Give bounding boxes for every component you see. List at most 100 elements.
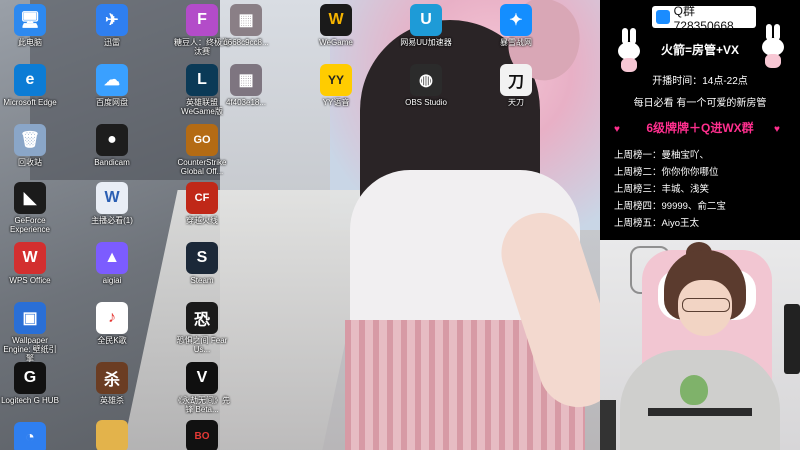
desktop-icon-label: 穿越火线	[186, 216, 218, 225]
fall-guys-icon: F	[186, 4, 218, 36]
desktop-icon-label: 恐惧之间 Fear Us...	[176, 336, 228, 354]
desktop-icon-label: Logitech G HUB	[1, 396, 59, 405]
desktop-icon-label: aigiai	[102, 276, 122, 285]
desktop-icon-geforce[interactable]: ◣ GeForce Experience	[0, 182, 60, 234]
lol-icon: L	[186, 64, 218, 96]
desktop-icon-uu[interactable]: U 网易UU加速器	[396, 4, 456, 47]
desktop-icon-tiandao[interactable]: 刀 天刀	[486, 64, 546, 107]
desktop-icon-photo-1[interactable]: ▦ d668c9cc8...	[216, 4, 276, 47]
desktop-icon-this-pc[interactable]: 🖥 此电脑	[0, 4, 60, 47]
desktop-icon-fear-us[interactable]: 恐 恐惧之间 Fear Us...	[172, 302, 232, 354]
kge-icon: ♪	[96, 302, 128, 334]
desktop-icon-thunder[interactable]: ✈ 迅雷	[82, 4, 142, 47]
ranking-3: 上周榜三：丰城、浅笑	[614, 184, 710, 195]
aigiai-icon: ▲	[96, 242, 128, 274]
desktop-icon-wallpaper-engine[interactable]: ▣ Wallpaper Engine: 壁纸引擎	[0, 302, 60, 363]
desktop-icon-edge[interactable]: e Microsoft Edge	[0, 64, 60, 107]
stream-info-overlay: Q群 728350668 火箭=房管+VX 开播时间：14点-22点 每日必看 …	[600, 0, 800, 240]
webcam-glasses	[682, 298, 730, 312]
broadcast-time: 开播时间：14点-22点	[652, 76, 748, 87]
daily-notice: 每日必看 有一个可爱的新房管	[633, 98, 767, 109]
logitech-icon: G	[14, 362, 46, 394]
qq-group-badge: Q群 728350668	[652, 4, 756, 33]
game-icon	[96, 420, 128, 450]
yy-icon: YY	[320, 64, 352, 96]
wegame-icon: W	[320, 4, 352, 36]
desktop-icon-label: 英雄杀	[100, 396, 124, 405]
naraka-icon: V	[186, 362, 218, 394]
desktop-icon-bandicam[interactable]: ● Bandicam	[82, 124, 142, 167]
wallpaper-engine-icon: ▣	[14, 302, 46, 334]
desktop-icon-label: 4f403e18...	[225, 98, 267, 107]
qq-icon	[656, 10, 670, 24]
desktop-icon-aigiai[interactable]: ▲ aigiai	[82, 242, 142, 285]
desktop-icon-photo-2[interactable]: ▦ 4f403e18...	[216, 64, 276, 107]
desktop-icon-partial-1[interactable]: ◔	[0, 422, 60, 450]
desktop-icon-yy[interactable]: YY YY语音	[306, 64, 366, 107]
desktop-icon-wegame[interactable]: W WeGame	[306, 4, 366, 47]
ranking-2: 上周榜二：你你你你哪位	[614, 167, 719, 178]
desktop-icon-label: 回收站	[18, 158, 42, 167]
fan-badge-notice: 6级牌牌＋Q进WX群	[646, 121, 754, 135]
ranking-5: 上周榜五：Aiyo王太	[614, 218, 699, 229]
recycle-bin-icon: 🗑	[14, 124, 46, 156]
desktop-icon-label: WPS Office	[9, 276, 51, 285]
crossfire-icon: CF	[186, 182, 218, 214]
desktop-icon-wps[interactable]: W WPS Office	[0, 242, 60, 285]
ranking-4: 上周榜四：99999、俞二宝	[614, 201, 726, 212]
desktop-icon-crossfire[interactable]: CF 穿越火线	[172, 182, 232, 225]
desktop-icon-black-ops[interactable]: BO	[172, 420, 232, 450]
desktop-icon-obs[interactable]: ◍ OBS Studio	[396, 64, 456, 107]
csgo-icon: GO	[186, 124, 218, 156]
fear-icon: 恐	[186, 302, 218, 334]
photo-icon: ▦	[230, 64, 262, 96]
heart-icon: ♥	[614, 124, 620, 135]
sweater-stripe	[648, 408, 752, 416]
desktop-icon-document[interactable]: W 主播必看(1)	[82, 182, 142, 225]
desktop-icon-partial-2[interactable]	[82, 420, 142, 450]
wps-icon: W	[14, 242, 46, 274]
desktop-icon-label: 天刀	[508, 98, 524, 107]
webcam-feed	[600, 240, 800, 450]
desktop-icon-label: Steam	[190, 276, 214, 285]
desktop-icon-label: Microsoft Edge	[3, 98, 57, 107]
qq-group-text: Q群 728350668	[673, 3, 734, 33]
desktop-icon-label: WeGame	[319, 38, 353, 47]
black-ops-icon: BO	[186, 420, 218, 450]
desktop-icon-label: GeForce Experience	[9, 216, 51, 234]
desktop-icon-label: OBS Studio	[405, 98, 447, 107]
baidu-netdisk-icon: ☁	[96, 64, 128, 96]
uu-icon: U	[410, 4, 442, 36]
edge-icon: e	[14, 64, 46, 96]
microphone-arm	[600, 400, 616, 450]
desktop-icon-naraka[interactable]: V 《永劫无间》先锋 Beta...	[172, 362, 232, 414]
desktop-icon-label: 全民K歌	[97, 336, 127, 345]
desktop-icon-kge[interactable]: ♪ 全民K歌	[82, 302, 142, 345]
desktop-icon-label: 迅雷	[104, 38, 120, 47]
desktop-icon-label: 《永劫无间》先锋 Beta...	[174, 396, 230, 414]
desktop-icon-recycle-bin[interactable]: 🗑 回收站	[0, 124, 60, 167]
document-icon: W	[96, 182, 128, 214]
desktop-icon-csgo[interactable]: GO CounterStrike Global Off...	[172, 124, 232, 176]
desktop-icon-label: 网易UU加速器	[400, 38, 452, 47]
desktop-icon-baidu-netdisk[interactable]: ☁ 百度网盘	[82, 64, 142, 107]
bandicam-icon: ●	[96, 124, 128, 156]
avocado-print	[680, 375, 708, 405]
steam-icon: S	[186, 242, 218, 274]
desktop-icon-label: 此电脑	[18, 38, 42, 47]
desktop-icon-battlenet[interactable]: ✦ 暴雪战网	[486, 4, 546, 47]
tiandao-icon: 刀	[500, 64, 532, 96]
ranking-1: 上周榜一：曼柚宝吖、	[614, 150, 710, 161]
desktop-icon-label: 主播必看(1)	[91, 216, 133, 225]
desktop-icon-label: YY语音	[322, 98, 350, 107]
desktop-icon-label: 百度网盘	[96, 98, 128, 107]
partial-icon: ◔	[14, 422, 46, 450]
heart-icon: ♥	[774, 124, 780, 135]
desktop-icon-yingxiongsha[interactable]: 杀 英雄杀	[82, 362, 142, 405]
desktop-icon-steam[interactable]: S Steam	[172, 242, 232, 285]
desktop-icon-label: 暴雪战网	[500, 38, 532, 47]
desktop-icon-logitech[interactable]: G Logitech G HUB	[0, 362, 60, 405]
desktop-icon-label: Wallpaper Engine: 壁纸引擎	[3, 336, 57, 363]
nvidia-icon: ◣	[14, 182, 46, 214]
desktop-icon-label: Bandicam	[94, 158, 130, 167]
